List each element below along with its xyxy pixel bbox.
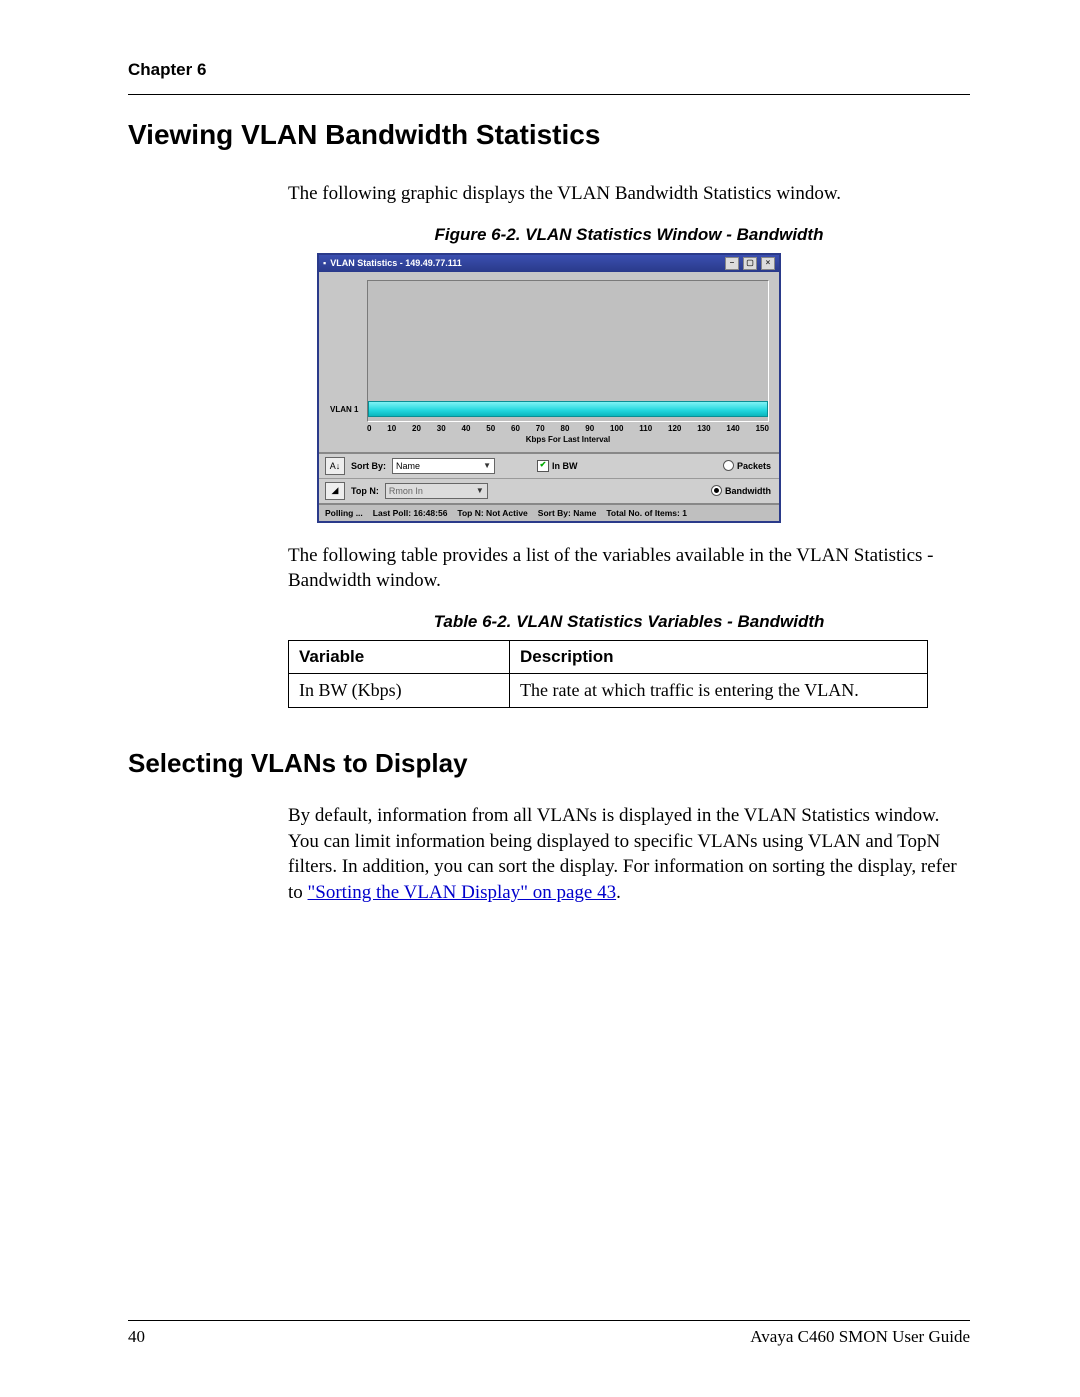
radio-bandwidth[interactable]: Bandwidth: [711, 485, 771, 496]
chart-y-category: VLAN 1: [330, 403, 358, 417]
status-topn: Top N: Not Active: [457, 508, 527, 518]
tick: 20: [412, 424, 421, 433]
section-heading-selecting: Selecting VLANs to Display: [128, 748, 970, 779]
maximize-icon[interactable]: ▢: [743, 257, 757, 270]
chart-bar-vlan1: [368, 401, 768, 417]
minimize-icon[interactable]: –: [725, 257, 739, 270]
close-icon[interactable]: ×: [761, 257, 775, 270]
intro-paragraph: The following graphic displays the VLAN …: [288, 181, 970, 207]
doc-title: Avaya C460 SMON User Guide: [750, 1327, 970, 1347]
tick: 50: [486, 424, 495, 433]
chart-area: VLAN 1 0 10 20 30 40 50 60 70 80 90 100 …: [319, 272, 779, 452]
tick: 70: [536, 424, 545, 433]
xref-sorting-link[interactable]: "Sorting the VLAN Display" on page 43: [308, 882, 617, 903]
page-number: 40: [128, 1327, 145, 1347]
tick: 150: [756, 424, 769, 433]
tick: 90: [585, 424, 594, 433]
sort-by-dropdown[interactable]: Name ▼: [392, 458, 495, 474]
chevron-down-icon: ▼: [476, 486, 484, 495]
table-header-variable: Variable: [289, 640, 510, 673]
chevron-down-icon: ▼: [483, 461, 491, 470]
variables-table: Variable Description In BW (Kbps) The ra…: [288, 640, 928, 708]
topn-dropdown[interactable]: Rmon In ▼: [385, 483, 488, 499]
table-header-description: Description: [510, 640, 928, 673]
radio-packets[interactable]: Packets: [723, 460, 771, 471]
section-heading-bandwidth: Viewing VLAN Bandwidth Statistics: [128, 119, 970, 151]
in-bw-checkbox[interactable]: ✔ In BW: [537, 460, 578, 472]
radio-icon: [723, 460, 734, 471]
page-footer: 40 Avaya C460 SMON User Guide: [128, 1320, 970, 1347]
tick: 130: [697, 424, 710, 433]
tick: 110: [639, 424, 652, 433]
tick: 120: [668, 424, 681, 433]
window-titlebar: ▪ VLAN Statistics - 149.49.77.111 – ▢ ×: [319, 255, 779, 272]
tick: 10: [387, 424, 396, 433]
sort-by-label: Sort By:: [351, 461, 386, 471]
vlan-statistics-window: ▪ VLAN Statistics - 149.49.77.111 – ▢ × …: [317, 253, 781, 523]
chart-x-axis: 0 10 20 30 40 50 60 70 80 90 100 110 120…: [367, 422, 769, 433]
radio-icon: [711, 485, 722, 496]
chapter-label: Chapter 6: [128, 60, 970, 80]
figure-caption: Figure 6-2. VLAN Statistics Window - Ban…: [288, 225, 970, 245]
topn-label: Top N:: [351, 486, 379, 496]
tick: 60: [511, 424, 520, 433]
topn-value: Rmon In: [389, 486, 423, 496]
chart-x-title: Kbps For Last Interval: [367, 433, 769, 450]
figure-vlan-window: ▪ VLAN Statistics - 149.49.77.111 – ▢ × …: [128, 253, 970, 523]
cell-description: The rate at which traffic is entering th…: [510, 673, 928, 707]
checkbox-icon: ✔: [537, 460, 549, 472]
tick: 100: [610, 424, 623, 433]
tick: 140: [726, 424, 739, 433]
after-figure-paragraph: The following table provides a list of t…: [288, 543, 970, 594]
window-title-text: VLAN Statistics - 149.49.77.111: [330, 258, 462, 268]
selecting-paragraph: By default, information from all VLANs i…: [288, 803, 970, 906]
radio-packets-label: Packets: [737, 461, 771, 471]
tick: 0: [367, 424, 371, 433]
table-row: In BW (Kbps) The rate at which traffic i…: [289, 673, 928, 707]
status-sort: Sort By: Name: [538, 508, 597, 518]
topn-icon[interactable]: ◢: [325, 482, 345, 500]
tick: 30: [437, 424, 446, 433]
status-bar: Polling ... Last Poll: 16:48:56 Top N: N…: [319, 503, 779, 521]
tick: 80: [561, 424, 570, 433]
window-sys-icon: ▪: [323, 258, 326, 268]
cell-variable: In BW (Kbps): [289, 673, 510, 707]
sort-by-value: Name: [396, 461, 420, 471]
checkbox-label: In BW: [552, 461, 578, 471]
status-last-poll: Last Poll: 16:48:56: [373, 508, 448, 518]
controls-area: A↓ Sort By: Name ▼ ✔ In BW Packets: [319, 452, 779, 503]
table-caption: Table 6-2. VLAN Statistics Variables - B…: [288, 612, 970, 632]
status-items: Total No. of Items: 1: [606, 508, 687, 518]
sort-icon[interactable]: A↓: [325, 457, 345, 475]
chart-plot: VLAN 1: [367, 280, 769, 422]
status-polling: Polling ...: [325, 508, 363, 518]
radio-bandwidth-label: Bandwidth: [725, 486, 771, 496]
header-rule: [128, 94, 970, 95]
body-post: .: [616, 882, 621, 903]
tick: 40: [462, 424, 471, 433]
